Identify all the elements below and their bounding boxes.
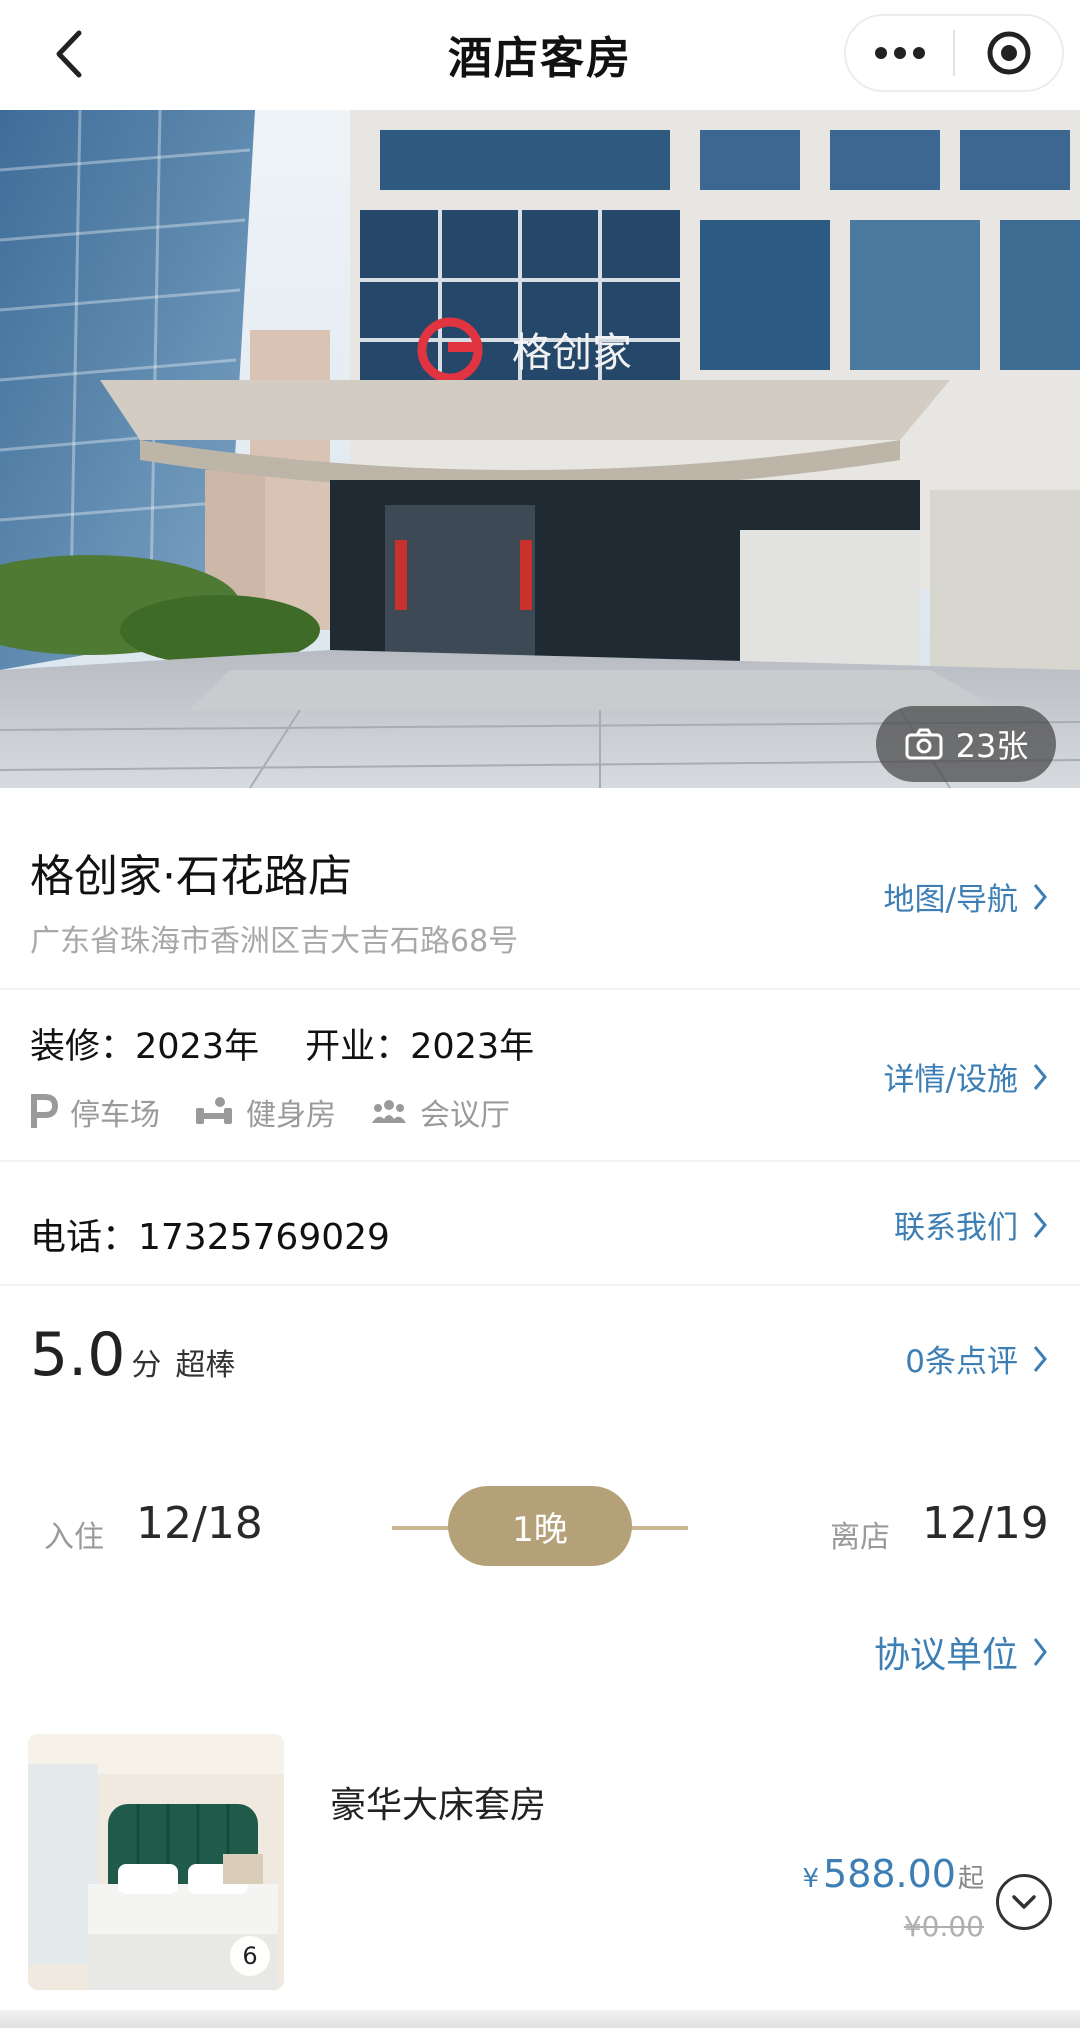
chevron-down-icon xyxy=(1012,1895,1036,1909)
contact-us-label: 联系我们 xyxy=(894,1210,1018,1246)
photo-count-label: 23张 xyxy=(955,727,1029,765)
rating-score: 5.0 xyxy=(30,1320,126,1390)
close-mini-program-button[interactable] xyxy=(955,16,1062,90)
details-facilities-link[interactable]: 详情/设施 xyxy=(884,1054,1048,1099)
nav-bar: 酒店客房 xyxy=(0,0,1080,110)
parking-icon xyxy=(31,1094,58,1128)
section-divider xyxy=(0,988,1080,990)
room-price: ¥ 588.00 起 xyxy=(802,1852,984,1896)
chevron-right-icon xyxy=(1033,883,1047,910)
expand-room-button[interactable] xyxy=(996,1874,1052,1930)
room-name[interactable]: 豪华大床套房 xyxy=(330,1776,546,1828)
date-selector[interactable]: 入住 12/18 1晚 离店 12/19 xyxy=(0,1486,1080,1570)
hotel-address: 广东省珠海市香洲区吉大吉石路68号 xyxy=(30,924,519,959)
hotel-phone: 电话：17325769029 xyxy=(30,1217,390,1258)
more-button[interactable] xyxy=(846,16,953,90)
chevron-right-icon xyxy=(1033,1345,1047,1372)
original-price: ¥0.00 xyxy=(903,1910,984,1943)
amenity-meeting-room: 会议厅 xyxy=(370,1090,510,1134)
amenity-list: 停车场 健身房 会议厅 xyxy=(30,1090,510,1134)
agreement-unit-link[interactable]: 协议单位 xyxy=(874,1626,1048,1678)
svg-text:格创家: 格创家 xyxy=(512,330,632,376)
dumbbell-icon xyxy=(196,1097,232,1124)
rating-unit: 分 xyxy=(131,1348,162,1383)
renovation-opening-info: 装修：2023年 开业：2023年 xyxy=(30,1018,534,1069)
checkout-date[interactable]: 12/19 xyxy=(922,1498,1049,1549)
rating-text: 超棒 xyxy=(175,1348,236,1383)
amenity-gym: 健身房 xyxy=(194,1090,336,1134)
reviews-link[interactable]: 0条点评 xyxy=(905,1336,1048,1381)
price-amount: 588.00 xyxy=(823,1852,956,1896)
more-dots-icon xyxy=(874,47,925,59)
section-divider xyxy=(0,1160,1080,1162)
photo-count-badge[interactable]: 23张 xyxy=(876,706,1056,782)
hotel-building-image: 格创家 xyxy=(0,110,1080,788)
rating-summary: 5.0 分 超棒 xyxy=(30,1320,235,1390)
renovation-year: 装修：2023年 xyxy=(30,1027,260,1067)
hotel-photo[interactable]: 格创家 23张 xyxy=(0,110,1080,788)
checkin-label: 入住 xyxy=(44,1520,104,1555)
amenity-gym-label: 健身房 xyxy=(246,1098,336,1133)
checkout-label: 离店 xyxy=(830,1520,890,1555)
camera-icon xyxy=(905,728,943,760)
amenity-parking: 停车场 xyxy=(30,1090,160,1134)
chevron-right-icon xyxy=(1033,1063,1047,1090)
nights-count-pill[interactable]: 1晚 xyxy=(448,1486,632,1566)
hotel-name: 格创家·石花路店 xyxy=(30,851,352,902)
bottom-edge-shadow xyxy=(0,2010,1080,2028)
details-facilities-label: 详情/设施 xyxy=(883,1062,1018,1098)
room-photo-count: 6 xyxy=(230,1936,270,1976)
target-icon xyxy=(987,31,1030,75)
map-navigation-label: 地图/导航 xyxy=(883,882,1018,918)
amenity-parking-label: 停车场 xyxy=(70,1098,160,1133)
agreement-unit-label: 协议单位 xyxy=(873,1635,1018,1676)
contact-us-link[interactable]: 联系我们 xyxy=(894,1202,1048,1247)
meeting-people-icon xyxy=(372,1100,406,1123)
chevron-right-icon xyxy=(1033,1211,1047,1238)
checkin-date[interactable]: 12/18 xyxy=(136,1498,263,1549)
price-suffix: 起 xyxy=(957,1864,984,1894)
amenity-meeting-room-label: 会议厅 xyxy=(420,1098,510,1133)
map-navigation-link[interactable]: 地图/导航 xyxy=(884,874,1048,919)
chevron-right-icon xyxy=(1033,1638,1047,1666)
price-currency: ¥ xyxy=(802,1864,820,1894)
room-photo[interactable]: 6 xyxy=(28,1734,284,1990)
section-divider xyxy=(0,1284,1080,1286)
mini-program-capsule xyxy=(844,14,1064,92)
reviews-label: 0条点评 xyxy=(905,1344,1018,1380)
opening-year: 开业：2023年 xyxy=(305,1027,535,1067)
